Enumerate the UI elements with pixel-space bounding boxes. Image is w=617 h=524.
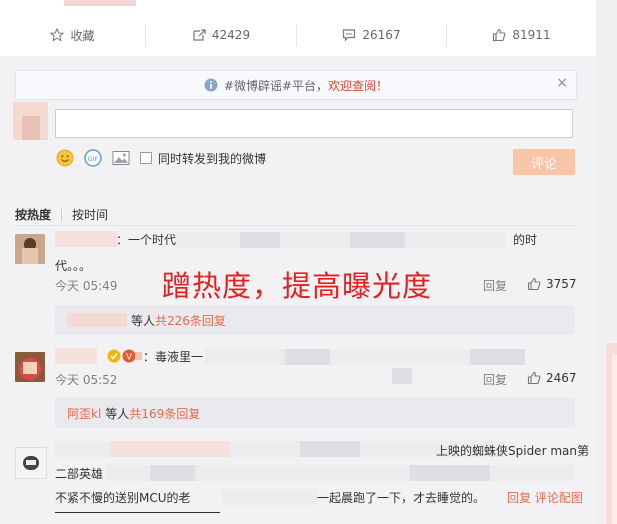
masked-text	[240, 232, 280, 248]
masked-text	[285, 349, 330, 365]
notice-link[interactable]: 欢迎查阅！	[328, 77, 388, 94]
comment-text: ：一个时代	[116, 233, 177, 247]
comment-time: 今天 05:49	[55, 279, 118, 293]
comment-input[interactable]	[55, 109, 573, 138]
comment-text: 代。。。	[55, 259, 92, 273]
comment-text: ：毒液里一	[143, 350, 204, 364]
repost-checkbox[interactable]	[140, 152, 152, 164]
avatar[interactable]	[15, 234, 45, 264]
favorite-label: 收藏	[70, 28, 95, 43]
post-action-bar: 收藏 42429 26167 81911	[0, 14, 596, 57]
comment-time: 今天 05:52	[55, 373, 118, 387]
image-icon[interactable]	[112, 150, 130, 166]
like-button[interactable]: 81911	[447, 14, 596, 56]
masked-text	[150, 465, 195, 481]
reply-button[interactable]: 回复	[483, 371, 507, 388]
like-count: 81911	[512, 28, 551, 42]
sub-replies-count[interactable]: 共226条回复	[155, 312, 226, 329]
submit-comment-button[interactable]: 评论	[513, 149, 575, 175]
reply-button[interactable]: 回复	[483, 277, 507, 294]
divider	[61, 208, 63, 221]
sub-replies-count[interactable]: 共169条回复	[129, 405, 200, 422]
sub-reply-username[interactable]: 阿歪kl	[67, 405, 101, 422]
comment-count: 26167	[362, 28, 401, 42]
divider	[55, 512, 220, 513]
comment-text: 一起晨跑了一下，才去睡觉的。	[317, 491, 486, 505]
sub-replies[interactable]: 等人 共226条回复	[55, 305, 575, 335]
comment-button[interactable]: 26167	[297, 14, 446, 56]
masked-text	[222, 489, 317, 505]
masked-username	[55, 348, 97, 364]
like-count: 3757	[546, 277, 577, 291]
repost-option-label: 同时转发到我的微博	[158, 151, 267, 166]
info-icon	[204, 78, 218, 92]
comment-text: 的时	[513, 233, 538, 247]
notice-hashtag[interactable]: #微博辟谣#平台，	[224, 77, 328, 94]
thumbs-up-icon	[527, 277, 541, 291]
notice-banner: #微博辟谣#平台， 欢迎查阅！ ×	[15, 70, 577, 100]
comment-text: 二部英雄	[55, 467, 104, 481]
favorite-button[interactable]: 收藏	[0, 14, 145, 56]
sort-by-hot-tab[interactable]: 按热度	[15, 206, 51, 223]
verified-badge-icon	[107, 349, 121, 363]
avatar[interactable]	[15, 447, 47, 479]
comment-text: 上映的蜘蛛侠Spider man第	[436, 444, 589, 458]
avatar[interactable]	[15, 352, 45, 382]
gif-icon[interactable]: GIF	[84, 149, 102, 167]
sort-by-time-tab[interactable]: 按时间	[72, 206, 108, 223]
emoji-icon[interactable]	[56, 149, 74, 167]
comment-sort: 按热度 按时间	[15, 206, 108, 223]
member-badge-icon: V	[122, 349, 142, 363]
my-avatar	[13, 102, 48, 140]
masked-text	[470, 349, 525, 365]
masked-text	[300, 441, 360, 457]
like-count: 2467	[546, 371, 577, 385]
thumbs-up-icon	[493, 28, 506, 42]
comment-like-button[interactable]: 3757	[527, 277, 577, 291]
masked-username	[67, 313, 127, 327]
comment-like-button[interactable]: 2467	[527, 371, 577, 385]
masked-text	[392, 368, 412, 384]
overlay-annotation: 蹭热度，提高曝光度	[162, 269, 433, 303]
divider	[15, 225, 575, 226]
comment-image-link[interactable]: 回复 评论配图	[507, 489, 583, 507]
masked-username	[110, 441, 230, 457]
repost-button[interactable]: 42429	[146, 14, 296, 56]
repost-icon	[193, 29, 206, 41]
svg-text:GIF: GIF	[88, 155, 99, 163]
masked-username	[55, 231, 117, 247]
star-icon	[50, 28, 65, 42]
thumbs-up-icon	[527, 371, 541, 385]
comment-text: 不紧不慢的送别MCU的老	[55, 491, 191, 505]
composer-tools: GIF 同时转发到我的微博	[56, 148, 266, 168]
masked-text	[176, 232, 506, 248]
cropped-top-element	[64, 0, 136, 6]
repost-count: 42429	[211, 28, 251, 42]
masked-text	[350, 232, 405, 248]
comment-icon	[343, 29, 356, 42]
masked-text	[410, 465, 490, 481]
sub-replies-users: 等人	[105, 406, 130, 421]
notice-close-button[interactable]: ×	[556, 75, 568, 91]
side-panel-inner	[612, 355, 617, 524]
sub-replies[interactable]: 阿歪kl 等人 共169条回复	[55, 398, 575, 428]
svg-text:V: V	[126, 353, 133, 363]
sub-replies-users: 等人	[131, 313, 156, 328]
